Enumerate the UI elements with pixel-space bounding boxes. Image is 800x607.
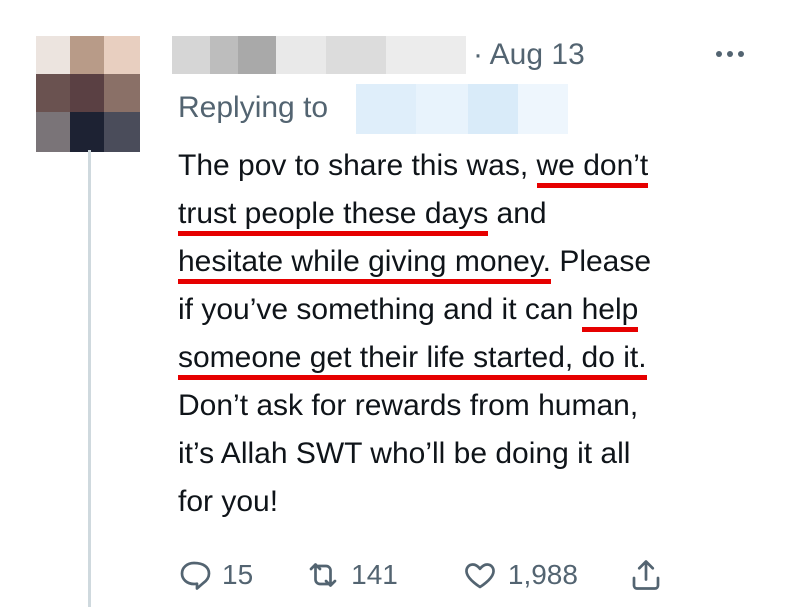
heart-icon [465, 563, 495, 589]
text-line: Don’t ask for rewards from human, [178, 389, 639, 422]
text-line: it’s Allah SWT who’ll be doing it all [178, 437, 631, 470]
underlined-text: hesitate while giving money. [178, 245, 551, 284]
replying-to-handle-redacted[interactable] [356, 84, 568, 134]
retweet-count: 141 [351, 559, 398, 590]
text-line: if you’ve something and it can help [178, 286, 778, 334]
thread-line [88, 150, 91, 607]
display-name-redacted[interactable] [172, 36, 466, 74]
more-options-icon[interactable] [716, 44, 756, 64]
retweet-button[interactable]: 141 [305, 557, 398, 593]
reply-count: 15 [222, 559, 254, 590]
underlined-text: help [581, 293, 639, 332]
like-count: 1,988 [507, 559, 578, 590]
reply-button[interactable]: 15 [176, 557, 253, 593]
like-button[interactable]: 1,988 [462, 557, 578, 593]
underlined-text: we don’t [536, 149, 649, 188]
share-button[interactable] [628, 557, 664, 593]
share-icon [632, 560, 660, 590]
tweet-text: The pov to share this was, we don’t trus… [178, 142, 778, 526]
action-bar: 15 141 1,988 [176, 558, 664, 592]
reply-icon [180, 561, 211, 590]
retweet-icon [309, 563, 337, 587]
underlined-text: someone get their life started, do it. [178, 341, 647, 380]
text-line: hesitate while giving money. Please [178, 238, 778, 286]
tweet-date[interactable]: · Aug 13 [473, 36, 585, 74]
text-line: The pov to share this was, we don’t [178, 142, 778, 190]
text-line: for you! [178, 485, 279, 518]
text-line: trust people these days and [178, 190, 778, 238]
avatar[interactable] [36, 36, 140, 153]
underlined-text: trust people these days [178, 197, 489, 236]
text-line: someone get their life started, do it. [178, 334, 778, 382]
replying-to-label: Replying to [178, 91, 329, 124]
